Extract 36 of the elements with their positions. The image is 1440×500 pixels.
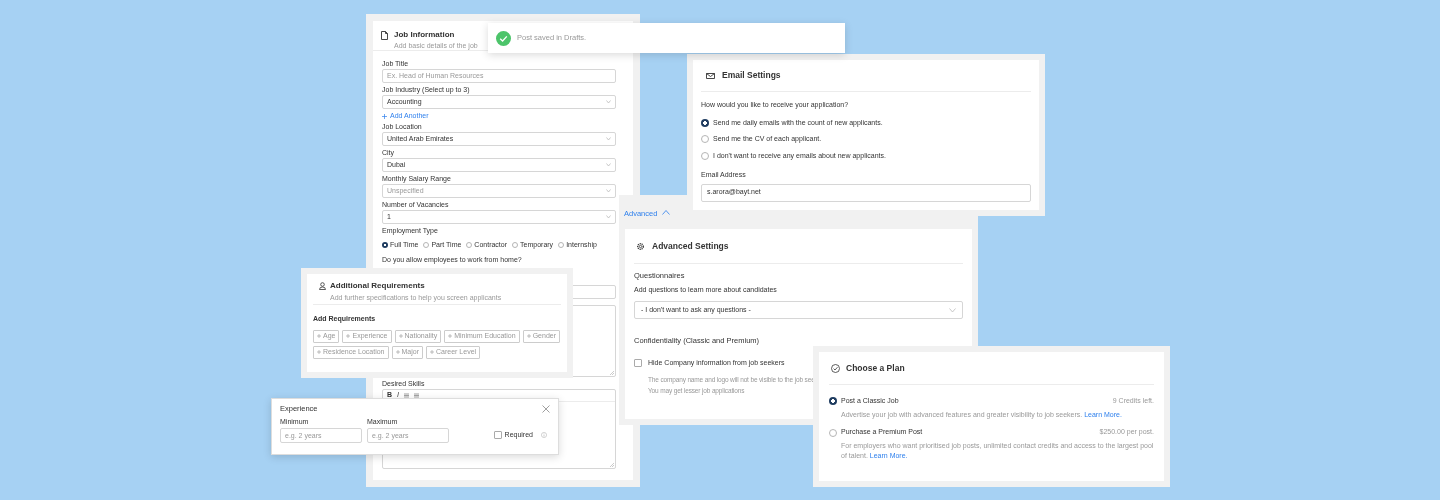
info-icon <box>541 432 547 438</box>
chevron-up-icon <box>662 210 671 215</box>
radio-button[interactable] <box>423 242 430 248</box>
radio-button[interactable] <box>466 242 473 248</box>
chevron-down-icon <box>606 189 611 193</box>
card-title: Additional Requirements <box>330 280 425 292</box>
chevron-down-icon <box>606 163 611 167</box>
radio-button[interactable] <box>701 118 709 127</box>
card-title: Email Settings <box>722 69 781 82</box>
radio-button[interactable] <box>829 397 837 406</box>
card-title: Choose a Plan <box>846 361 905 375</box>
success-check-icon <box>496 30 511 46</box>
list-icon[interactable] <box>414 393 419 398</box>
document-icon <box>381 30 388 40</box>
radio-button[interactable] <box>558 242 565 248</box>
resize-grip-icon <box>610 371 614 375</box>
gear-icon <box>636 241 645 251</box>
chevron-down-icon <box>949 307 956 312</box>
list-icon[interactable] <box>404 393 409 398</box>
chevron-down-icon <box>606 137 611 141</box>
checkbox[interactable] <box>493 431 502 439</box>
radio-button[interactable] <box>512 242 519 248</box>
radio-button[interactable] <box>829 428 837 437</box>
checkbox[interactable] <box>634 359 642 368</box>
radio-button[interactable] <box>382 242 388 248</box>
envelope-icon <box>706 72 715 79</box>
radio-button[interactable] <box>701 135 709 144</box>
resize-grip-icon <box>610 463 614 467</box>
close-icon[interactable] <box>542 404 550 413</box>
chevron-down-icon <box>606 215 611 219</box>
radio-button[interactable] <box>701 151 709 160</box>
card-title: Job Information <box>394 29 455 41</box>
chevron-down-icon <box>606 100 611 104</box>
person-icon <box>319 282 326 290</box>
card-title: Advanced Settings <box>652 239 729 253</box>
check-circle-icon <box>831 363 840 373</box>
